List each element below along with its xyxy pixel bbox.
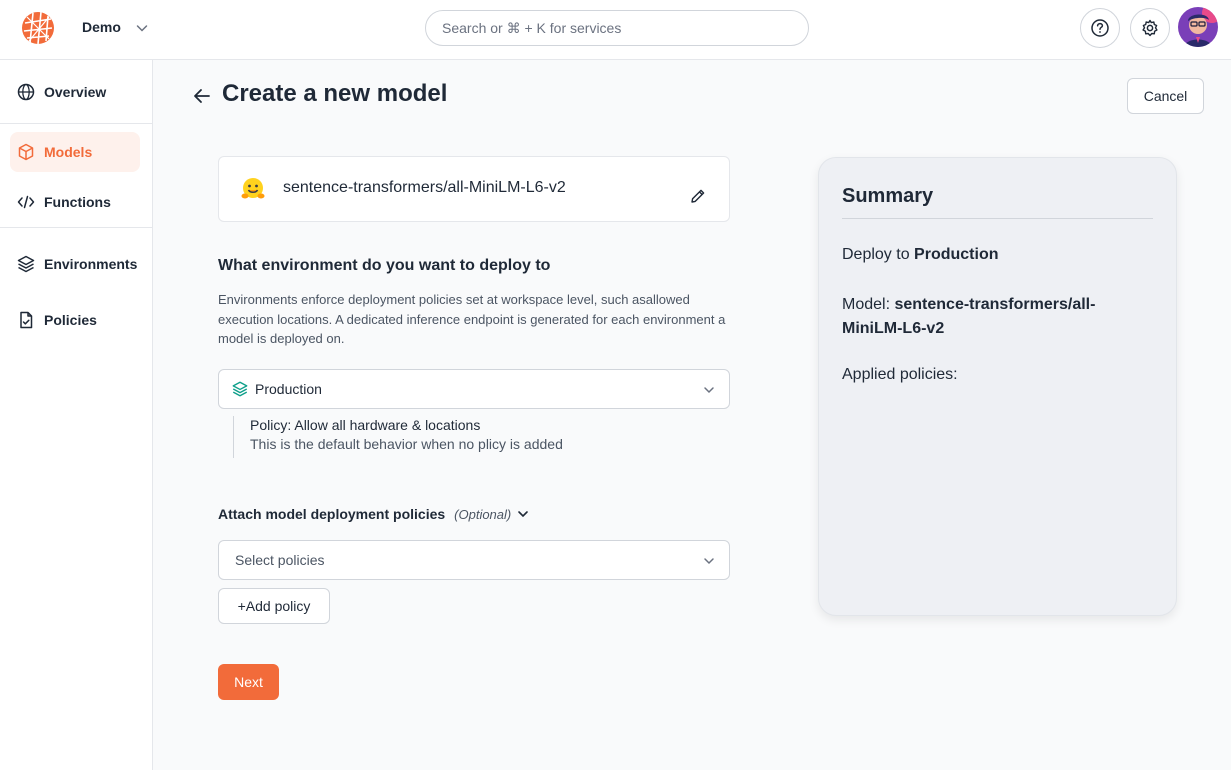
summary-model-prefix: Model: bbox=[842, 296, 895, 313]
model-name: sentence-transformers/all-MiniLM-L6-v2 bbox=[283, 179, 566, 196]
sidebar-item-label: Environments bbox=[44, 256, 138, 272]
settings-button[interactable] bbox=[1130, 8, 1170, 48]
help-icon bbox=[1091, 19, 1109, 37]
model-card: sentence-transformers/all-MiniLM-L6-v2 bbox=[218, 156, 730, 222]
sidebar-item-label: Policies bbox=[44, 312, 97, 328]
chevron-down-icon bbox=[704, 558, 714, 565]
attach-policies-label: Attach model deployment policies bbox=[218, 506, 446, 522]
chevron-down-icon bbox=[704, 387, 714, 394]
back-arrow-icon[interactable] bbox=[190, 84, 214, 108]
environment-select[interactable]: Production bbox=[218, 369, 730, 409]
sidebar-item-models[interactable]: Models bbox=[10, 132, 140, 172]
chevron-down-icon[interactable] bbox=[134, 20, 150, 36]
summary-model: Model: sentence-transformers/all-MiniLM-… bbox=[842, 293, 1142, 341]
sidebar-item-policies[interactable]: Policies bbox=[10, 300, 140, 340]
attach-policies-toggle[interactable]: Attach model deployment policies (Option… bbox=[218, 504, 531, 524]
pencil-icon[interactable] bbox=[689, 187, 707, 205]
policy-title: Policy: Allow all hardware & locations bbox=[250, 417, 481, 433]
cube-icon bbox=[18, 143, 34, 161]
summary-deploy: Deploy to Production bbox=[842, 246, 998, 264]
add-policy-button[interactable]: +Add policy bbox=[218, 588, 330, 624]
sidebar-item-overview[interactable]: Overview bbox=[10, 72, 140, 112]
code-icon bbox=[17, 195, 35, 209]
document-icon bbox=[20, 311, 33, 329]
globe-icon bbox=[17, 83, 35, 101]
gear-icon bbox=[1142, 19, 1158, 37]
sidebar-item-functions[interactable]: Functions bbox=[10, 182, 140, 222]
page-title: Create a new model bbox=[222, 80, 448, 107]
policies-select-placeholder: Select policies bbox=[235, 552, 325, 568]
optional-label: (Optional) bbox=[454, 506, 512, 522]
environment-select-value: Production bbox=[255, 381, 322, 397]
top-bar: Demo bbox=[0, 0, 1231, 60]
avatar[interactable] bbox=[1178, 7, 1218, 47]
default-policy-note: Policy: Allow all hardware & locations T… bbox=[233, 416, 563, 458]
sidebar-item-label: Functions bbox=[44, 194, 111, 210]
hugging-face-icon bbox=[241, 178, 265, 199]
cancel-button[interactable]: Cancel bbox=[1127, 78, 1204, 114]
environment-section-description: Environments enforce deployment policies… bbox=[218, 292, 726, 346]
sidebar-item-label: Overview bbox=[44, 84, 107, 100]
help-button[interactable] bbox=[1080, 8, 1120, 48]
sidebar-item-environments[interactable]: Environments bbox=[10, 244, 140, 284]
layers-icon bbox=[17, 255, 35, 273]
summary-title: Summary bbox=[842, 185, 934, 207]
summary-applied-policies: Applied policies: bbox=[842, 366, 958, 383]
next-button[interactable]: Next bbox=[218, 664, 279, 700]
sidebar-item-label: Models bbox=[44, 144, 93, 160]
workspace-name[interactable]: Demo bbox=[82, 19, 121, 35]
chevron-down-icon bbox=[518, 511, 529, 518]
app-logo-icon[interactable] bbox=[21, 11, 55, 45]
summary-panel: Summary Deploy to Production Model: sent… bbox=[818, 157, 1177, 616]
policies-select[interactable]: Select policies bbox=[218, 540, 730, 580]
summary-deploy-prefix: Deploy to bbox=[842, 246, 915, 263]
summary-deploy-env: Production bbox=[914, 246, 999, 263]
layers-icon bbox=[232, 381, 248, 397]
environment-section-title: What environment do you want to deploy t… bbox=[218, 257, 551, 274]
policy-description: This is the default behavior when no pli… bbox=[250, 436, 563, 452]
search-input[interactable] bbox=[425, 10, 809, 46]
sidebar: Overview Models Functions Environments P… bbox=[0, 60, 153, 770]
